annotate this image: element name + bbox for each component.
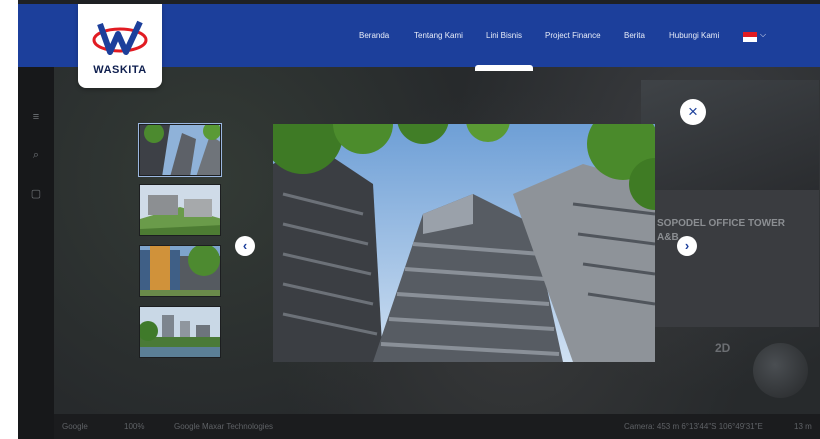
nav-berita[interactable]: Berita [624,31,645,40]
waskita-logo[interactable]: WASKITA [78,4,162,88]
menu-icon[interactable]: ≡ [30,111,42,123]
close-icon[interactable]: × [680,99,706,125]
logo-wordmark: WASKITA [93,64,147,76]
gallery-thumbnail[interactable] [138,123,222,177]
gallery-thumbnail[interactable] [139,184,221,236]
project-info-card: SOPODEL OFFICE TOWER A&B [641,80,819,327]
map-scale: 13 m [794,422,812,431]
tower-photo [273,124,655,362]
globe-icon[interactable] [753,343,808,398]
map-sidebar: ≡ ⌕ ▢ [18,67,54,439]
thumb-green-roof-image [140,185,220,235]
nav-beranda[interactable]: Beranda [359,31,389,40]
chevron-down-icon[interactable]: ⌵ [760,30,766,40]
gallery-thumbnail[interactable] [139,245,221,297]
project-card-photo [641,80,819,190]
google-logo: Google [62,422,88,431]
thumb-facade-trees-image [140,246,220,296]
thumb-skyline-lake-image [140,307,220,357]
nav-lini-bisnis[interactable]: Lini Bisnis [486,31,522,40]
nav-hubungi-kami[interactable]: Hubungi Kami [669,31,719,40]
zoom-level: 100% [124,422,145,431]
search-icon[interactable]: ⌕ [30,149,42,161]
waskita-logo-icon [92,20,148,55]
thumb-tower-upward-image [140,125,220,175]
browser-viewport: ≡ ⌕ ▢ SOPODEL OFFICE TOWER A&B 2D Google… [18,0,820,439]
map-status-bar: Google 100% Google Maxar Technologies Ca… [54,414,820,439]
nav-tentang-kami[interactable]: Tentang Kami [414,31,463,40]
gallery-thumbnail[interactable] [139,306,221,358]
nav-active-indicator [475,65,533,71]
chevron-left-icon[interactable]: ‹ [235,236,255,256]
nav-project-finance[interactable]: Project Finance [545,31,601,40]
chevron-right-icon[interactable]: › [677,236,697,256]
map-2d-toggle[interactable]: 2D [715,341,730,355]
site-header: WASKITA Beranda Tentang Kami Lini Bisnis… [18,4,820,88]
camera-readout: Camera: 453 m 6°13'44"S 106°49'31"E [624,422,763,431]
gallery-main-image [273,124,655,362]
map-attribution: Google Maxar Technologies [174,422,274,431]
bookmark-icon[interactable]: ▢ [30,187,42,200]
flag-indonesia-icon[interactable] [743,32,757,42]
